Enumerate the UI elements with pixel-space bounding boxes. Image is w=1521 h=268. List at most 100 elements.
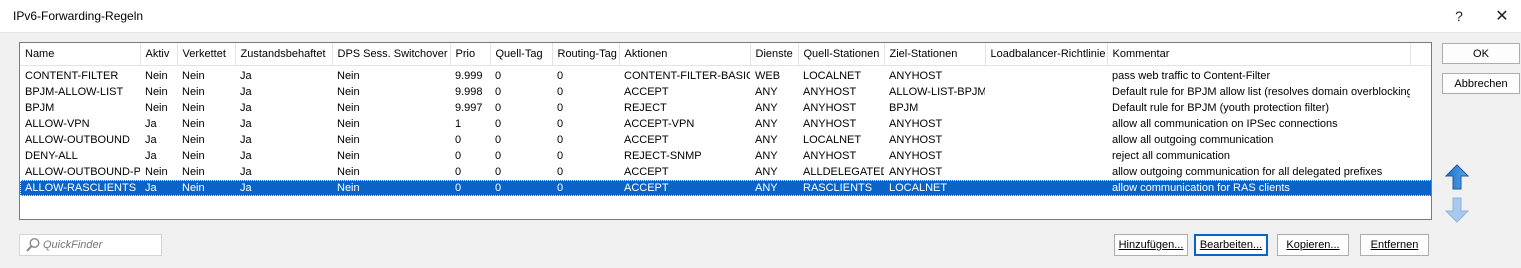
rules-table[interactable]: Name Aktiv Verkettet Zustandsbehaftet DPS Se… — [19, 42, 1432, 220]
cell-name: ALLOW-OUTBOUND — [25, 134, 130, 146]
cell-filler — [1410, 164, 1431, 180]
cell-loadbalancer — [985, 116, 1107, 132]
cell-routing-tag: 0 — [557, 86, 564, 98]
cell-quell-stationen: LOCALNET — [803, 70, 862, 82]
cell-zustandsbehaftet: Ja — [235, 180, 332, 196]
column-header-verkettet[interactable]: Verkettet — [177, 43, 236, 66]
column-header-routing-tag[interactable]: Routing-Tag — [552, 43, 620, 66]
cell-filler — [1410, 148, 1431, 164]
column-header-loadbalancer[interactable]: Loadbalancer-Richtlinie — [985, 43, 1108, 66]
cell-filler — [1410, 100, 1431, 116]
ok-button[interactable]: OK — [1442, 43, 1520, 64]
cell-quell-stationen: ALLDELEGATED — [803, 166, 884, 178]
add-button[interactable]: Hinzufügen... — [1114, 234, 1188, 256]
cell-prio: 9.999 — [455, 70, 483, 82]
table-row[interactable]: BPJM-ALLOW-LIST Nein Nein Ja Nein 9.998 0 0 ACCE… — [20, 84, 1431, 100]
cell-zustandsbehaftet: Ja — [240, 166, 252, 178]
cell-aktiv: Ja — [145, 118, 157, 130]
column-header-prio[interactable]: Prio — [450, 43, 491, 66]
cell-ziel-stationen: ALLOW-LIST-BPJM — [889, 86, 985, 98]
cell-loadbalancer — [985, 100, 1107, 116]
cell-name: ALLOW-OUTBOUND-PD — [25, 166, 140, 178]
cell-zustandsbehaftet: Ja — [240, 70, 252, 82]
column-header-quell-stationen[interactable]: Quell-Stationen — [798, 43, 885, 66]
cell-kommentar: Default rule for BPJM allow list (resolv… — [1112, 86, 1410, 98]
cell-verkettet: Nein — [182, 102, 205, 114]
column-header-zustandsbehaftet[interactable]: Zustandsbehaftet — [235, 43, 333, 66]
table-header: Name Aktiv Verkettet Zustandsbehaftet DPS Se… — [20, 43, 1431, 66]
cell-quell-tag: 0 — [495, 70, 502, 82]
cell-dienste: ANY — [755, 150, 778, 162]
cell-verkettet: Nein — [182, 166, 205, 178]
cell-name: ALLOW-RASCLIENTS — [20, 180, 140, 196]
table-row[interactable]: ALLOW-OUTBOUND-PD Nein Nein Ja Nein 0 0 0 ACCEPT… — [20, 164, 1431, 180]
table-row[interactable]: ALLOW-VPN Ja Nein Ja Nein 1 0 0 ACCEPT-VPN ANY ANY… — [20, 116, 1431, 132]
column-header-aktionen[interactable]: Aktionen — [619, 43, 751, 66]
column-header-ziel-stationen[interactable]: Ziel-Stationen — [884, 43, 986, 66]
cell-aktiv: Nein — [145, 102, 168, 114]
cell-quell-stationen: ANYHOST — [803, 118, 857, 130]
cell-routing-tag: 0 — [557, 70, 564, 82]
cell-kommentar: Default rule for BPJM (youth protection … — [1112, 102, 1330, 114]
cell-verkettet: Nein — [182, 134, 205, 146]
column-header-dienste[interactable]: Dienste — [750, 43, 799, 66]
column-header-name[interactable]: Name — [20, 43, 141, 66]
cell-quell-tag: 0 — [495, 86, 502, 98]
cell-name: BPJM — [25, 102, 55, 114]
close-button[interactable]: ✕ — [1487, 4, 1517, 28]
table-row[interactable]: CONTENT-FILTER Nein Nein Ja Nein 9.999 0 0 CONTE… — [20, 66, 1431, 85]
cell-filler — [1410, 132, 1431, 148]
cell-ziel-stationen: BPJM — [889, 102, 919, 114]
cell-verkettet: Nein — [182, 150, 205, 162]
cell-aktionen: CONTENT-FILTER-BASIC — [624, 70, 750, 82]
table-row[interactable]: ALLOW-RASCLIENTS Ja Nein Ja Nein 0 0 0 ACCEPT ANY… — [20, 180, 1431, 196]
table-row[interactable]: ALLOW-OUTBOUND Ja Nein Ja Nein 0 0 0 ACCEPT ANY LO… — [20, 132, 1431, 148]
table-row[interactable]: DENY-ALL Ja Nein Ja Nein 0 0 0 REJECT-SNMP ANY ANY… — [20, 148, 1431, 164]
cell-ziel-stationen: ANYHOST — [889, 118, 943, 130]
arrow-down-icon[interactable] — [1445, 197, 1469, 223]
column-header-dps-switchover[interactable]: DPS Sess. Switchover — [332, 43, 451, 66]
cell-dienste: ANY — [750, 180, 798, 196]
cell-quell-stationen: ANYHOST — [803, 102, 857, 114]
cancel-button[interactable]: Abbrechen — [1442, 73, 1520, 94]
cell-quell-stationen: ANYHOST — [803, 150, 857, 162]
edit-button[interactable]: Bearbeiten... — [1194, 234, 1268, 256]
cell-routing-tag: 0 — [557, 150, 564, 162]
cell-zustandsbehaftet: Ja — [240, 86, 252, 98]
cell-dps-switchover: Nein — [332, 180, 450, 196]
cell-prio: 0 — [455, 166, 462, 178]
cell-prio: 9.998 — [455, 86, 483, 98]
cell-prio: 0 — [455, 150, 462, 162]
column-header-aktiv[interactable]: Aktiv — [140, 43, 178, 66]
arrow-up-icon[interactable] — [1445, 164, 1469, 190]
cell-aktiv: Nein — [145, 70, 168, 82]
cell-ziel-stationen: ANYHOST — [889, 70, 943, 82]
table-body: CONTENT-FILTER Nein Nein Ja Nein 9.999 0 0 CONTE… — [20, 66, 1431, 196]
cell-aktiv: Nein — [145, 86, 168, 98]
table-row[interactable]: BPJM Nein Nein Ja Nein 9.997 0 0 REJECT ANY ANYHOS… — [20, 100, 1431, 116]
cell-dienste: WEB — [755, 70, 781, 82]
cell-kommentar: allow outgoing communication for all del… — [1112, 166, 1383, 178]
help-button[interactable]: ? — [1444, 4, 1474, 28]
column-header-quell-tag[interactable]: Quell-Tag — [490, 43, 553, 66]
cell-loadbalancer — [985, 66, 1107, 85]
cell-loadbalancer — [985, 148, 1107, 164]
cell-aktionen: ACCEPT — [624, 166, 669, 178]
cell-dienste: ANY — [755, 102, 778, 114]
cell-zustandsbehaftet: Ja — [240, 134, 252, 146]
quickfinder-input[interactable] — [43, 239, 158, 251]
cell-routing-tag: 0 — [552, 180, 619, 196]
column-header-kommentar[interactable]: Kommentar — [1107, 43, 1411, 66]
cell-kommentar: allow communication for RAS clients — [1107, 180, 1410, 196]
copy-button[interactable]: Kopieren... — [1277, 234, 1349, 256]
cell-dienste: ANY — [755, 118, 778, 130]
edit-button-label: Bearbeiten... — [1199, 239, 1263, 251]
cell-verkettet: Nein — [182, 118, 205, 130]
quickfinder-field[interactable] — [19, 234, 162, 256]
cell-dps-switchover: Nein — [337, 118, 360, 130]
column-header-filler — [1410, 43, 1431, 66]
cell-dps-switchover: Nein — [337, 134, 360, 146]
remove-button[interactable]: Entfernen — [1360, 234, 1429, 256]
cell-quell-tag: 0 — [495, 134, 502, 146]
cell-zustandsbehaftet: Ja — [240, 118, 252, 130]
